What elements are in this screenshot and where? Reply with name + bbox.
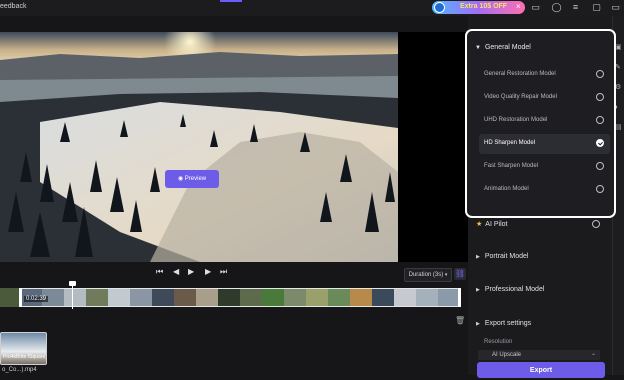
video-preview: ◉ Preview <box>0 32 398 262</box>
preview-frame <box>0 32 398 262</box>
trim-handle-left[interactable] <box>19 288 22 307</box>
playhead[interactable] <box>72 283 73 309</box>
timeline-frame <box>108 289 130 306</box>
settings-icon[interactable]: ⚙ <box>615 84 623 92</box>
timeline-frame <box>196 289 218 306</box>
option-video-quality-repair[interactable]: Video Quality Repair Model <box>479 88 610 108</box>
step-back-button[interactable]: ◀ <box>173 267 179 277</box>
preview-button[interactable]: ◉ Preview <box>165 170 219 188</box>
timeline-filmstrip[interactable] <box>19 288 461 307</box>
timeline-frame <box>86 289 108 306</box>
timeline-frame <box>284 289 306 306</box>
timeline-frame <box>218 289 240 306</box>
media-thumbnail[interactable]: Pro4kBrite fSquare) <box>0 332 47 365</box>
media-file-name: o_Co...).mp4 <box>2 367 37 373</box>
timeline-frame <box>64 289 86 306</box>
edit-icon[interactable]: ✎ <box>615 64 623 72</box>
timeline-leading-frame <box>0 288 19 307</box>
radio-icon[interactable] <box>596 93 604 101</box>
option-hd-sharpen[interactable]: HD Sharpen Model <box>479 134 610 154</box>
menu-icon[interactable]: ≡ <box>570 2 581 13</box>
duration-select[interactable]: Duration (3s) ▾ <box>404 268 452 282</box>
timeline-frame <box>152 289 174 306</box>
timeline-frame <box>394 289 416 306</box>
timeline-frame <box>174 289 196 306</box>
playhead-handle[interactable] <box>69 281 76 286</box>
feedback-link[interactable]: eedback <box>0 3 26 10</box>
ai-pilot-section[interactable]: ★ AI Pilot <box>476 220 507 228</box>
professional-model-section[interactable]: ▶ Professional Model <box>476 286 544 293</box>
trim-handle-right[interactable] <box>458 288 461 307</box>
timeline-frame <box>350 289 372 306</box>
play-button[interactable]: ▶ <box>188 267 194 277</box>
panel-icon[interactable]: ▣ <box>615 44 623 52</box>
timeline-frame <box>416 289 438 306</box>
radio-icon[interactable] <box>596 162 604 170</box>
option-uhd-restoration[interactable]: UHD Restoration Model <box>479 111 610 131</box>
radio-icon[interactable] <box>596 70 604 78</box>
portrait-model-section[interactable]: ▶ Portrait Model <box>476 253 528 260</box>
user-icon[interactable]: ◯ <box>551 2 562 13</box>
resolution-label: Resolution <box>484 339 513 345</box>
playback-controls: ⏮ ◀ ▶ ▶ ⏭ Duration (3s) ▾ ⛓ <box>0 262 468 282</box>
chevron-down-icon: ▾ <box>444 272 448 278</box>
timeline-frame <box>372 289 394 306</box>
check-icon[interactable] <box>596 139 604 147</box>
eye-icon: ◉ <box>177 176 185 182</box>
caret-right-icon: ▶ <box>476 287 480 293</box>
caret-right-icon: ▶ <box>476 254 480 260</box>
caret-down-icon: ▼ <box>475 45 481 51</box>
tool-icon[interactable]: ▤ <box>615 124 623 132</box>
title-bar: eedback Extra 10$ OFF × ▭ ◯ ≡ ▢ ▭ <box>0 0 624 16</box>
link-icon[interactable]: ⛓ <box>454 268 466 280</box>
resolution-select[interactable]: AI Upscale ⌄ <box>478 350 600 360</box>
caret-right-icon: ▶ <box>476 321 480 327</box>
chevron-down-icon: ⌄ <box>590 351 596 357</box>
filter-icon[interactable]: ◐ <box>615 104 623 112</box>
option-fast-sharpen[interactable]: Fast Sharpen Model <box>479 157 610 177</box>
option-animation[interactable]: Animation Model <box>479 180 610 200</box>
general-model-header[interactable]: ▼ General Model <box>475 44 531 51</box>
timeline-frame <box>240 289 262 306</box>
preview-letterbox <box>398 32 468 262</box>
promo-close-icon[interactable]: × <box>516 2 521 11</box>
export-button[interactable]: Export <box>477 362 605 378</box>
general-model-dropdown: ▼ General Model General Restoration Model… <box>465 29 616 218</box>
ai-pilot-radio[interactable] <box>592 220 600 228</box>
export-settings-section[interactable]: ▶ Export settings <box>476 320 531 327</box>
promo-avatar-icon <box>434 2 445 13</box>
skip-back-button[interactable]: ⏮ <box>156 267 163 277</box>
timeline-time: 0:02:39 <box>24 296 49 302</box>
maximize-icon[interactable]: ▭ <box>610 2 621 13</box>
trash-icon[interactable]: 🗑 <box>455 316 465 325</box>
timeline-frame <box>306 289 328 306</box>
radio-icon[interactable] <box>596 185 604 193</box>
timeline-frame <box>130 289 152 306</box>
option-general-restoration[interactable]: General Restoration Model <box>479 65 610 85</box>
timeline-frame <box>262 289 284 306</box>
promo-text: Extra 10$ OFF <box>460 3 508 10</box>
timeline-frame <box>438 289 460 306</box>
title-accent <box>220 0 242 2</box>
minimize-icon[interactable]: ▢ <box>591 2 602 13</box>
skip-forward-button[interactable]: ⏭ <box>220 267 227 277</box>
radio-icon[interactable] <box>596 116 604 124</box>
star-icon: ★ <box>476 221 483 228</box>
promo-banner[interactable]: Extra 10$ OFF × <box>432 1 525 14</box>
chat-icon[interactable]: ▭ <box>530 2 541 13</box>
timeline-frame <box>328 289 350 306</box>
step-forward-button[interactable]: ▶ <box>205 267 211 277</box>
media-thumb-label: Pro4kBrite fSquare) <box>3 354 47 360</box>
